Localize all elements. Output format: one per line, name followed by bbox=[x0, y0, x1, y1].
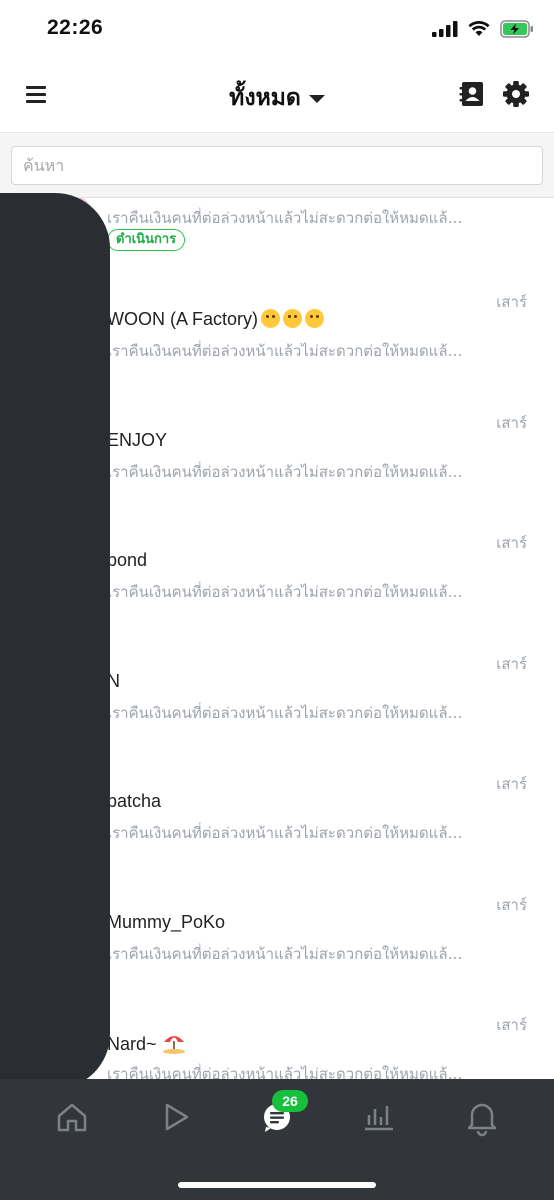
chat-name-text: Nard~ bbox=[107, 1034, 157, 1054]
chat-name-text: WOON (A Factory) bbox=[107, 309, 259, 329]
chat-preview: เราคืนเงินคนที่ต่อล่วงหน้าแล้วไม่สะดวกต่… bbox=[107, 583, 467, 601]
beach-umbrella-icon bbox=[162, 1036, 185, 1054]
chat-unread-badge: 26 bbox=[272, 1090, 308, 1112]
play-icon[interactable] bbox=[156, 1097, 196, 1137]
chat-time: เสาร์ bbox=[496, 655, 527, 673]
zany-face-icon bbox=[305, 309, 325, 328]
home-icon[interactable] bbox=[52, 1097, 92, 1137]
search-input[interactable] bbox=[11, 146, 543, 185]
status-bar: 22:26 bbox=[0, 0, 554, 60]
chat-time: เสาร์ bbox=[496, 293, 527, 311]
cellular-signal-icon bbox=[432, 21, 458, 37]
chat-preview: เราคืนเงินคนที่ต่อล่วงหน้าแล้วไม่สะดวกต่… bbox=[107, 463, 467, 481]
chat-time: เสาร์ bbox=[496, 775, 527, 793]
chat-time: เสาร์ bbox=[496, 414, 527, 432]
status-icons bbox=[432, 20, 534, 38]
chat-preview: เราคืนเงินคนที่ต่อล่วงหน้าแล้วไม่สะดวกต่… bbox=[107, 704, 467, 722]
header: ทั้งหมด bbox=[0, 60, 554, 133]
chat-name: WOON (A Factory) bbox=[107, 309, 325, 330]
battery-charging-icon bbox=[500, 20, 533, 38]
chat-preview: เราคืนเงินคนที่ต่อล่วงหน้าแล้วไม่สะดวกต่… bbox=[107, 945, 467, 963]
status-time: 22:26 bbox=[47, 16, 104, 39]
chat-name: Nard~ bbox=[107, 1032, 186, 1055]
chat-preview: เราคืนเงินคนที่ต่อล่วงหน้าแล้วไม่สะดวกต่… bbox=[107, 1065, 467, 1079]
status-badge: ดำเนินการ bbox=[107, 229, 186, 251]
chat-name: patcha bbox=[107, 791, 162, 811]
redaction-overlay bbox=[0, 193, 110, 1089]
chat-time: เสาร์ bbox=[496, 896, 527, 914]
wifi-icon bbox=[468, 21, 490, 36]
chat-time: เสาร์ bbox=[496, 534, 527, 552]
bell-icon[interactable] bbox=[462, 1097, 502, 1137]
chat-preview: เราคืนเงินคนที่ต่อล่วงหน้าแล้วไม่สะดวกต่… bbox=[107, 342, 467, 360]
chat-name: Mummy_PoKo bbox=[107, 912, 226, 932]
chat-preview: เราคืนเงินคนที่ต่อล่วงหน้าแล้วไม่สะดวกต่… bbox=[107, 824, 467, 842]
gear-icon[interactable] bbox=[502, 80, 530, 108]
caret-down-icon bbox=[308, 95, 325, 103]
page-title: ทั้งหมด bbox=[229, 85, 301, 111]
chat-name: pond bbox=[107, 550, 148, 570]
chat-time: เสาร์ bbox=[496, 1016, 527, 1034]
analytics-icon[interactable] bbox=[359, 1097, 399, 1137]
chat-preview: เราคืนเงินคนที่ต่อล่วงหน้าแล้วไม่สะดวกต่… bbox=[107, 209, 467, 227]
smiling-face-icon bbox=[283, 309, 303, 328]
contacts-book-icon[interactable] bbox=[458, 80, 486, 108]
search-area bbox=[0, 134, 554, 198]
home-indicator bbox=[178, 1182, 376, 1188]
chat-filter-dropdown[interactable]: ทั้งหมด bbox=[229, 80, 325, 116]
chat-name: ENJOY bbox=[107, 430, 168, 450]
yum-face-icon bbox=[261, 309, 281, 328]
